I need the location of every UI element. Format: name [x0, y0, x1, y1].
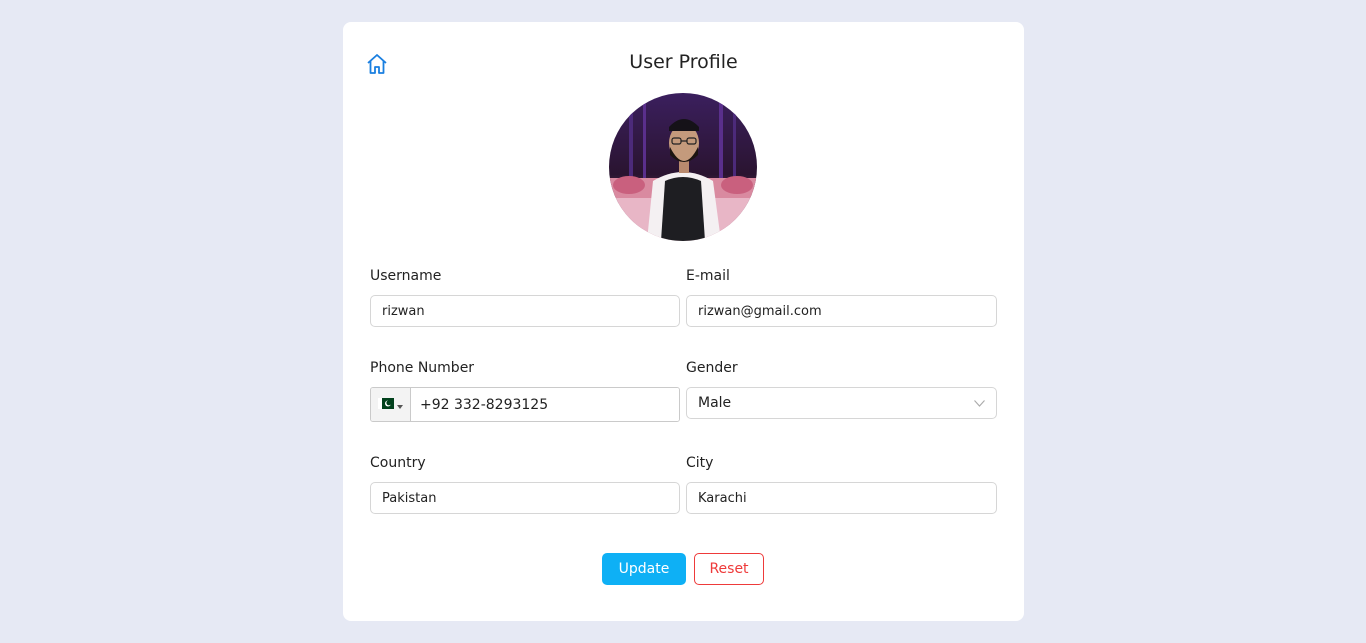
email-input[interactable] [686, 295, 997, 327]
phone-label: Phone Number [370, 360, 475, 376]
username-input[interactable] [370, 295, 680, 327]
page-title: User Profile [629, 51, 738, 73]
city-input[interactable] [686, 482, 997, 514]
caret-down-icon [397, 396, 403, 414]
country-code-selector[interactable] [371, 388, 411, 421]
profile-card: User Profile Username rizwan E-mail rizw… [343, 22, 1024, 621]
gender-select[interactable]: Male [686, 387, 997, 419]
gender-selected-value: Male [698, 395, 732, 411]
avatar [609, 93, 757, 241]
country-label: Country [370, 455, 426, 471]
phone-input[interactable] [411, 388, 679, 421]
city-label: City [686, 455, 714, 471]
update-button[interactable]: Update [602, 553, 686, 585]
chevron-down-icon [974, 394, 985, 412]
pakistan-flag-icon [378, 396, 394, 414]
gender-label: Gender [686, 360, 738, 376]
email-label: E-mail [686, 268, 730, 284]
reset-button[interactable]: Reset [694, 553, 764, 585]
country-input[interactable] [370, 482, 680, 514]
username-label: Username [370, 268, 442, 284]
phone-field [370, 387, 680, 422]
